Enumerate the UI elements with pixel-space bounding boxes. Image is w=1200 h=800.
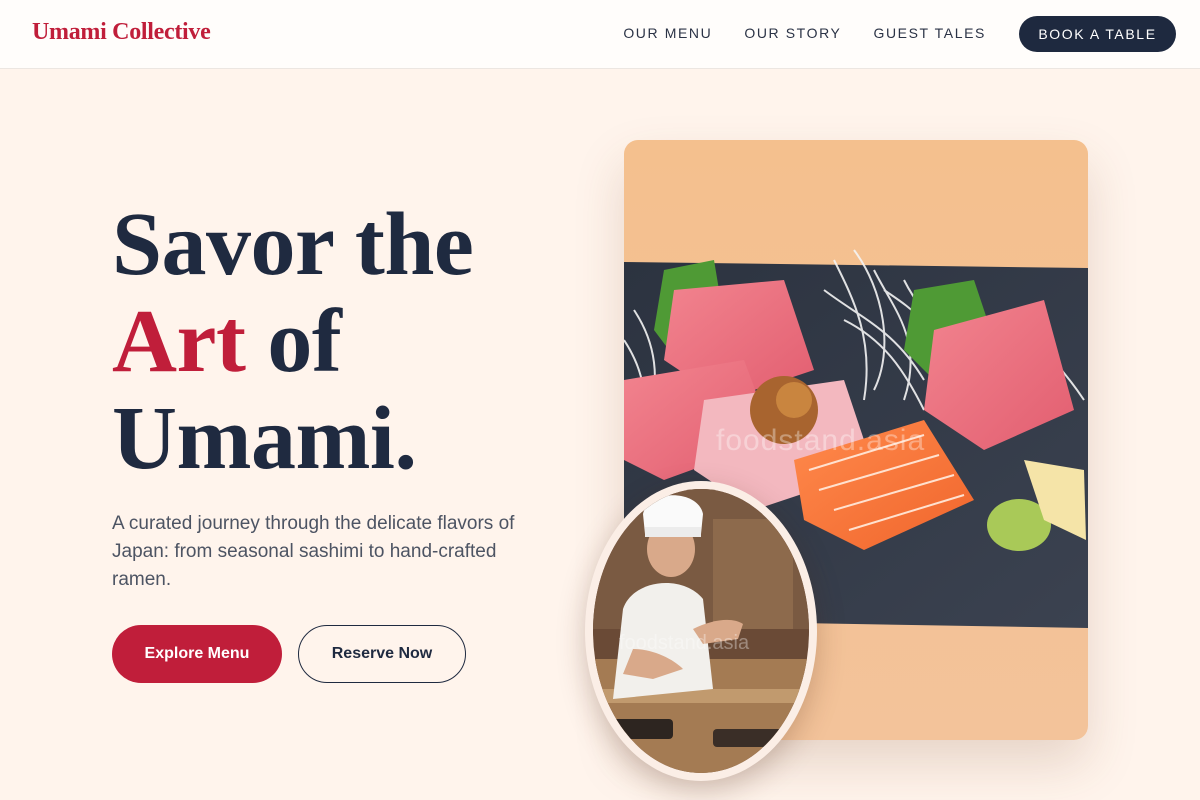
- headline-line-2: of: [245, 292, 342, 391]
- nav-link-guest-tales[interactable]: GUEST TALES: [873, 25, 986, 41]
- chef-image-watermark: foodstand.asia: [619, 632, 750, 654]
- nav-link-our-story[interactable]: OUR STORY: [744, 25, 841, 41]
- book-a-table-button[interactable]: BOOK A TABLE: [1019, 16, 1176, 52]
- explore-menu-button[interactable]: Explore Menu: [112, 625, 282, 683]
- chef-illustration: foodstand.asia: [593, 489, 809, 773]
- chef-photo-frame: foodstand.asia: [585, 481, 817, 781]
- nav-links: OUR MENU OUR STORY GUEST TALES: [623, 25, 986, 41]
- headline-accent-word: Art: [112, 292, 246, 391]
- top-navigation: Umami Collective OUR MENU OUR STORY GUES…: [0, 0, 1200, 69]
- headline-line-1: Savor the: [112, 195, 474, 294]
- reserve-now-button[interactable]: Reserve Now: [298, 625, 466, 683]
- nav-link-our-menu[interactable]: OUR MENU: [623, 25, 712, 41]
- chef-photo: foodstand.asia: [593, 489, 809, 773]
- site-logo[interactable]: Umami Collective: [32, 19, 211, 46]
- hero-image-watermark: foodstand.asia: [716, 424, 925, 457]
- headline-line-3: Umami.: [112, 389, 417, 488]
- hero-subtext: A curated journey through the delicate f…: [112, 513, 515, 590]
- hero-headline: Savor the Art of Umami.: [112, 195, 474, 488]
